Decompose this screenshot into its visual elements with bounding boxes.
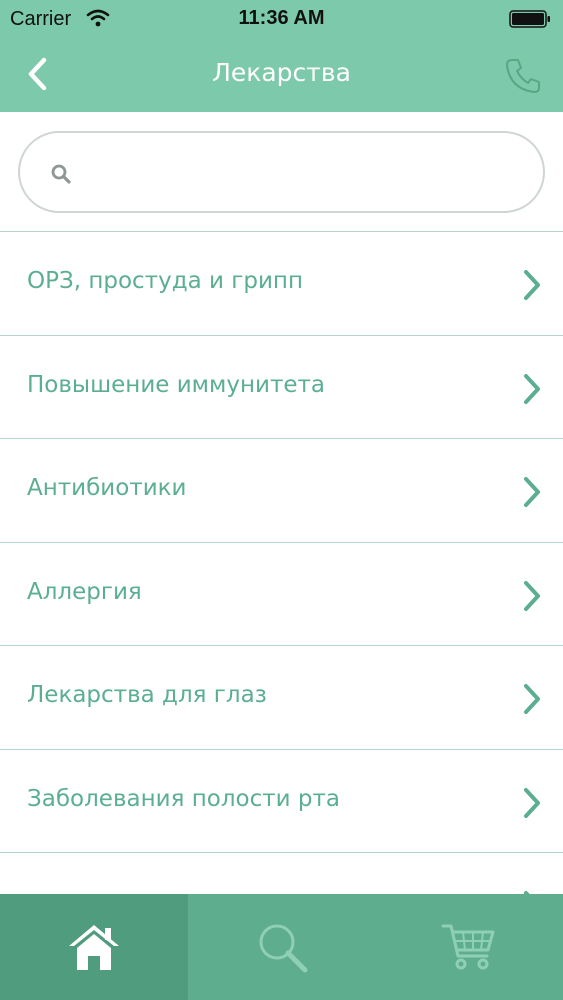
status-bar: Carrier 11:36 AM bbox=[0, 0, 563, 40]
page-title: Лекарства bbox=[212, 58, 351, 87]
list-item-label: Повышение иммунитета bbox=[27, 371, 326, 398]
search-box[interactable] bbox=[18, 131, 545, 213]
header: Carrier 11:36 AM Лекарства bbox=[0, 0, 563, 112]
list-item-label: ОРЗ, простуда и грипп bbox=[27, 268, 303, 294]
chevron-right-icon bbox=[524, 270, 540, 300]
list-item[interactable]: Лекарства для глаз bbox=[0, 646, 563, 750]
list-item-label: Антибиотики bbox=[27, 475, 187, 501]
status-time: 11:36 AM bbox=[238, 7, 325, 29]
phone-icon bbox=[506, 59, 540, 93]
tab-search[interactable] bbox=[188, 894, 376, 1000]
list-item[interactable]: Повышение иммунитета bbox=[0, 335, 563, 439]
list-item[interactable]: ОРЗ, простуда и грипп bbox=[0, 232, 563, 336]
app-screen: Carrier 11:36 AM Лекарства ОРЗ, простуда… bbox=[0, 0, 563, 1000]
search-icon bbox=[259, 924, 307, 973]
tab-home[interactable] bbox=[0, 894, 188, 1000]
cart-icon bbox=[441, 924, 495, 970]
list-item-label: Заболевания полости рта bbox=[27, 785, 341, 812]
list-item-partial[interactable] bbox=[0, 853, 563, 894]
chevron-right-icon bbox=[524, 477, 540, 507]
search-icon bbox=[51, 164, 71, 184]
tab-cart[interactable] bbox=[375, 894, 563, 1000]
navigation-bar: Лекарства bbox=[0, 40, 563, 112]
battery-icon bbox=[509, 10, 550, 28]
chevron-right-icon bbox=[524, 373, 540, 404]
chevron-right-icon bbox=[524, 580, 540, 611]
tab-bar bbox=[0, 894, 563, 1000]
chevron-right-icon bbox=[524, 787, 540, 818]
list-item[interactable]: Аллергия bbox=[0, 542, 563, 646]
category-list: ОРЗ, простуда и грипп Повышение иммуните… bbox=[0, 232, 563, 894]
call-button[interactable] bbox=[499, 52, 547, 100]
list-item-label: Лекарства для глаз bbox=[27, 682, 267, 708]
list-item[interactable]: Антибиотики bbox=[0, 439, 563, 543]
home-icon bbox=[68, 925, 119, 970]
chevron-right-icon bbox=[524, 684, 540, 714]
search-area bbox=[0, 112, 563, 232]
list-item-label: Аллергия bbox=[27, 578, 142, 605]
search-input[interactable] bbox=[84, 151, 524, 195]
list-item[interactable]: Заболевания полости рта bbox=[0, 749, 563, 853]
